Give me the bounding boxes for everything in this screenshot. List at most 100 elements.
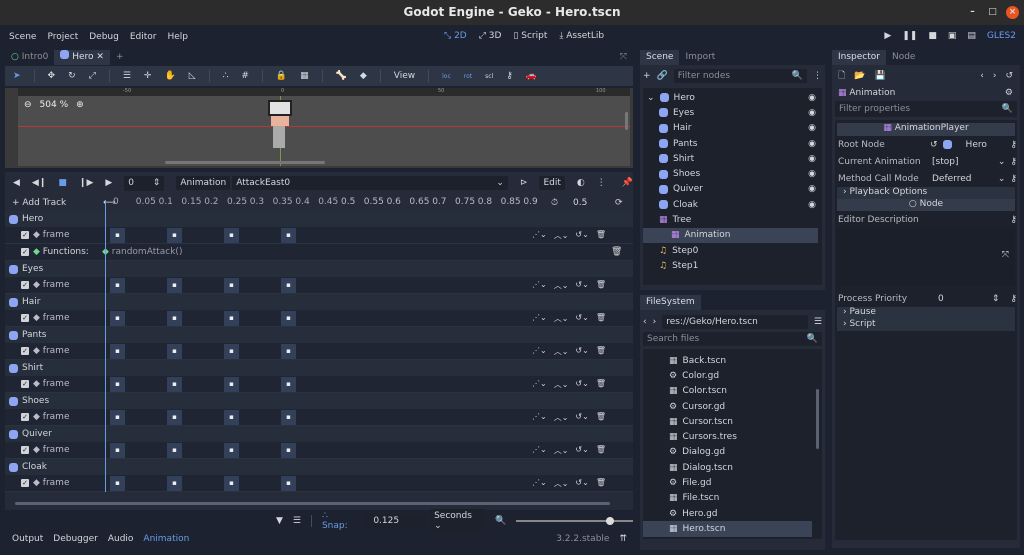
loop-mode-icon[interactable]: ↺⌄ — [575, 346, 588, 357]
visibility-icon[interactable]: ◉ — [808, 123, 816, 133]
pause-section[interactable]: › Pause — [837, 307, 1015, 319]
delete-track-icon[interactable]: 🗑 — [596, 280, 606, 291]
workspace-script[interactable]: ▯ Script — [513, 25, 547, 48]
history-forward-icon[interactable]: › — [993, 71, 997, 81]
visibility-icon[interactable]: ◉ — [808, 200, 816, 210]
history-back-icon[interactable]: ‹ — [980, 71, 984, 81]
track-row[interactable]: ✓ ◆ frame ▪ ▪ ▪ ▪ ⋰⌄ ︿⌄ ↺⌄ 🗑 — [5, 277, 633, 294]
animation-select[interactable]: AttackEast0 ⌄ — [232, 176, 508, 190]
pause-icon[interactable]: ❚❚ — [902, 25, 917, 48]
keyframe[interactable]: ▪ — [224, 377, 239, 392]
animation-menu[interactable]: Animation — [176, 176, 231, 190]
track-node-header[interactable]: Pants — [5, 327, 633, 343]
new-resource-icon[interactable]: 🗋 — [838, 68, 845, 84]
edit-menu[interactable]: Edit — [539, 176, 565, 190]
object-tools-icon[interactable]: ⚙ — [1005, 88, 1013, 98]
track-enabled-checkbox[interactable]: ✓ — [21, 380, 29, 388]
file-scrollbar[interactable] — [816, 389, 819, 449]
file-item[interactable]: ⚙Intro0.gd — [643, 537, 822, 539]
keyframe[interactable]: ▪ — [167, 410, 182, 425]
menu-editor[interactable]: Editor — [130, 32, 157, 42]
file-item[interactable]: ▦ Dialog.tscn — [643, 460, 822, 475]
insert-key-icon[interactable]: ⚷ — [506, 71, 513, 81]
file-item[interactable]: ▦ Cursor.tscn — [643, 414, 822, 429]
keyframe[interactable]: ▪ — [281, 344, 296, 359]
key-scl-toggle[interactable]: scl — [485, 73, 493, 80]
track-node-header[interactable]: Hero — [5, 211, 633, 227]
play-icon[interactable]: ▶ — [105, 178, 112, 188]
scene-node-hero[interactable]: ⌄ Hero ◉ — [643, 90, 822, 105]
expand-icon[interactable]: ⤧ — [1002, 250, 1009, 260]
file-item[interactable]: ▦ Color.tscn — [643, 384, 822, 399]
play-icon[interactable]: ▶ — [884, 25, 891, 48]
move-tool-icon[interactable]: ✥ — [48, 71, 56, 81]
keyframe[interactable]: ▪ — [224, 410, 239, 425]
select-tool-icon[interactable]: ➤ — [13, 71, 21, 81]
track-node-header[interactable]: Shoes — [5, 393, 633, 409]
track-node-header[interactable]: Eyes — [5, 261, 633, 277]
tab-output[interactable]: Output — [12, 534, 43, 544]
update-mode-icon[interactable]: ︿⌄ — [554, 478, 569, 489]
menu-help[interactable]: Help — [168, 32, 189, 42]
filter-nodes-input[interactable]: Filter nodes 🔍 — [673, 69, 807, 83]
visibility-icon[interactable]: ◉ — [808, 108, 816, 118]
scene-node-hair[interactable]: Hair ◉ — [643, 121, 822, 136]
workspace-2d[interactable]: ⤡ 2D — [444, 25, 467, 48]
key-loc-toggle[interactable]: loc — [442, 73, 451, 80]
add-track-button[interactable]: + Add Track — [8, 198, 103, 208]
delete-track-icon[interactable]: 🗑 — [596, 230, 606, 241]
track-row[interactable]: ✓ ◆ frame ▪ ▪ ▪ ▪ ⋰⌄ ︿⌄ ↺⌄ 🗑 — [5, 376, 633, 393]
save-resource-icon[interactable]: 💾 — [874, 71, 885, 81]
interpolation-mode-icon[interactable]: ⋰⌄ — [532, 445, 547, 456]
h-scrollbar[interactable] — [165, 161, 325, 164]
keyframe[interactable]: ▪ — [224, 311, 239, 326]
tab-audio[interactable]: Audio — [108, 534, 134, 544]
keyframe[interactable]: ▪ — [110, 476, 125, 491]
collapse-arrow[interactable]: ⌄ — [647, 93, 655, 103]
pin-icon[interactable]: 📌 — [622, 178, 633, 188]
file-item[interactable]: ▦ Cursors.tres — [643, 429, 822, 444]
delete-track-icon[interactable]: 🗑 — [596, 313, 606, 324]
interpolation-mode-icon[interactable]: ⋰⌄ — [532, 346, 547, 357]
update-mode-icon[interactable]: ︿⌄ — [554, 280, 569, 291]
loop-icon[interactable]: ⟳ — [615, 198, 623, 208]
keyframe[interactable]: ▪ — [281, 377, 296, 392]
interpolation-mode-icon[interactable]: ⋰⌄ — [532, 313, 547, 324]
keyframe[interactable]: ▪ — [281, 278, 296, 293]
keyframe[interactable]: ▪ — [110, 278, 125, 293]
maximize-button[interactable]: □ — [986, 6, 999, 19]
snap-unit-select[interactable]: Seconds ⌄ — [430, 508, 486, 533]
loop-mode-icon[interactable]: ↺⌄ — [575, 445, 588, 456]
update-mode-icon[interactable]: ︿⌄ — [554, 445, 569, 456]
scene-node-eyes[interactable]: Eyes ◉ — [643, 105, 822, 120]
update-mode-icon[interactable]: ︿⌄ — [554, 379, 569, 390]
scene-node-quiver[interactable]: Quiver ◉ — [643, 182, 822, 197]
keyframe[interactable]: ▪ — [110, 228, 125, 243]
playback-options-section[interactable]: › Playback Options — [837, 187, 1015, 199]
lock-icon[interactable]: 🔒 — [276, 71, 287, 81]
loop-mode-icon[interactable]: ↺⌄ — [575, 478, 588, 489]
scene-node-pants[interactable]: Pants ◉ — [643, 136, 822, 151]
add-node-icon[interactable]: + — [643, 71, 651, 81]
list-select-icon[interactable]: ☰ — [123, 71, 131, 81]
keyframe[interactable]: ▪ — [167, 443, 182, 458]
search-files-input[interactable]: Search files 🔍 — [643, 332, 822, 346]
bone-icon[interactable]: 🦴 — [336, 71, 347, 81]
menu-project[interactable]: Project — [47, 32, 78, 42]
track-row[interactable]: ✓ ◆ frame ▪ ▪ ▪ ▪ ⋰⌄ ︿⌄ ↺⌄ 🗑 — [5, 475, 633, 492]
play-custom-icon[interactable]: ▤ — [967, 25, 976, 48]
delete-track-icon[interactable]: 🗑 — [596, 412, 606, 423]
keyframe[interactable]: ▪ — [110, 344, 125, 359]
key-rot-toggle[interactable]: rot — [464, 73, 472, 80]
track-node-header[interactable]: Cloak — [5, 459, 633, 475]
keyframe[interactable]: ▪ — [110, 377, 125, 392]
file-item[interactable]: ▦ Back.tscn — [643, 353, 822, 368]
path-input[interactable]: res://Geko/Hero.tscn — [662, 314, 808, 329]
play-scene-icon[interactable]: ▣ — [948, 25, 957, 48]
track-row-functions[interactable]: ✓ ◆ Functions: ◆ randomAttack() 🗑 — [5, 244, 633, 261]
scene-node-shoes[interactable]: Shoes ◉ — [643, 166, 822, 181]
hero-sprite[interactable] — [265, 100, 295, 152]
update-mode-icon[interactable]: ︿⌄ — [554, 230, 569, 241]
open-resource-icon[interactable]: 📂 — [854, 71, 865, 81]
tab-inspector[interactable]: Inspector — [832, 50, 886, 65]
